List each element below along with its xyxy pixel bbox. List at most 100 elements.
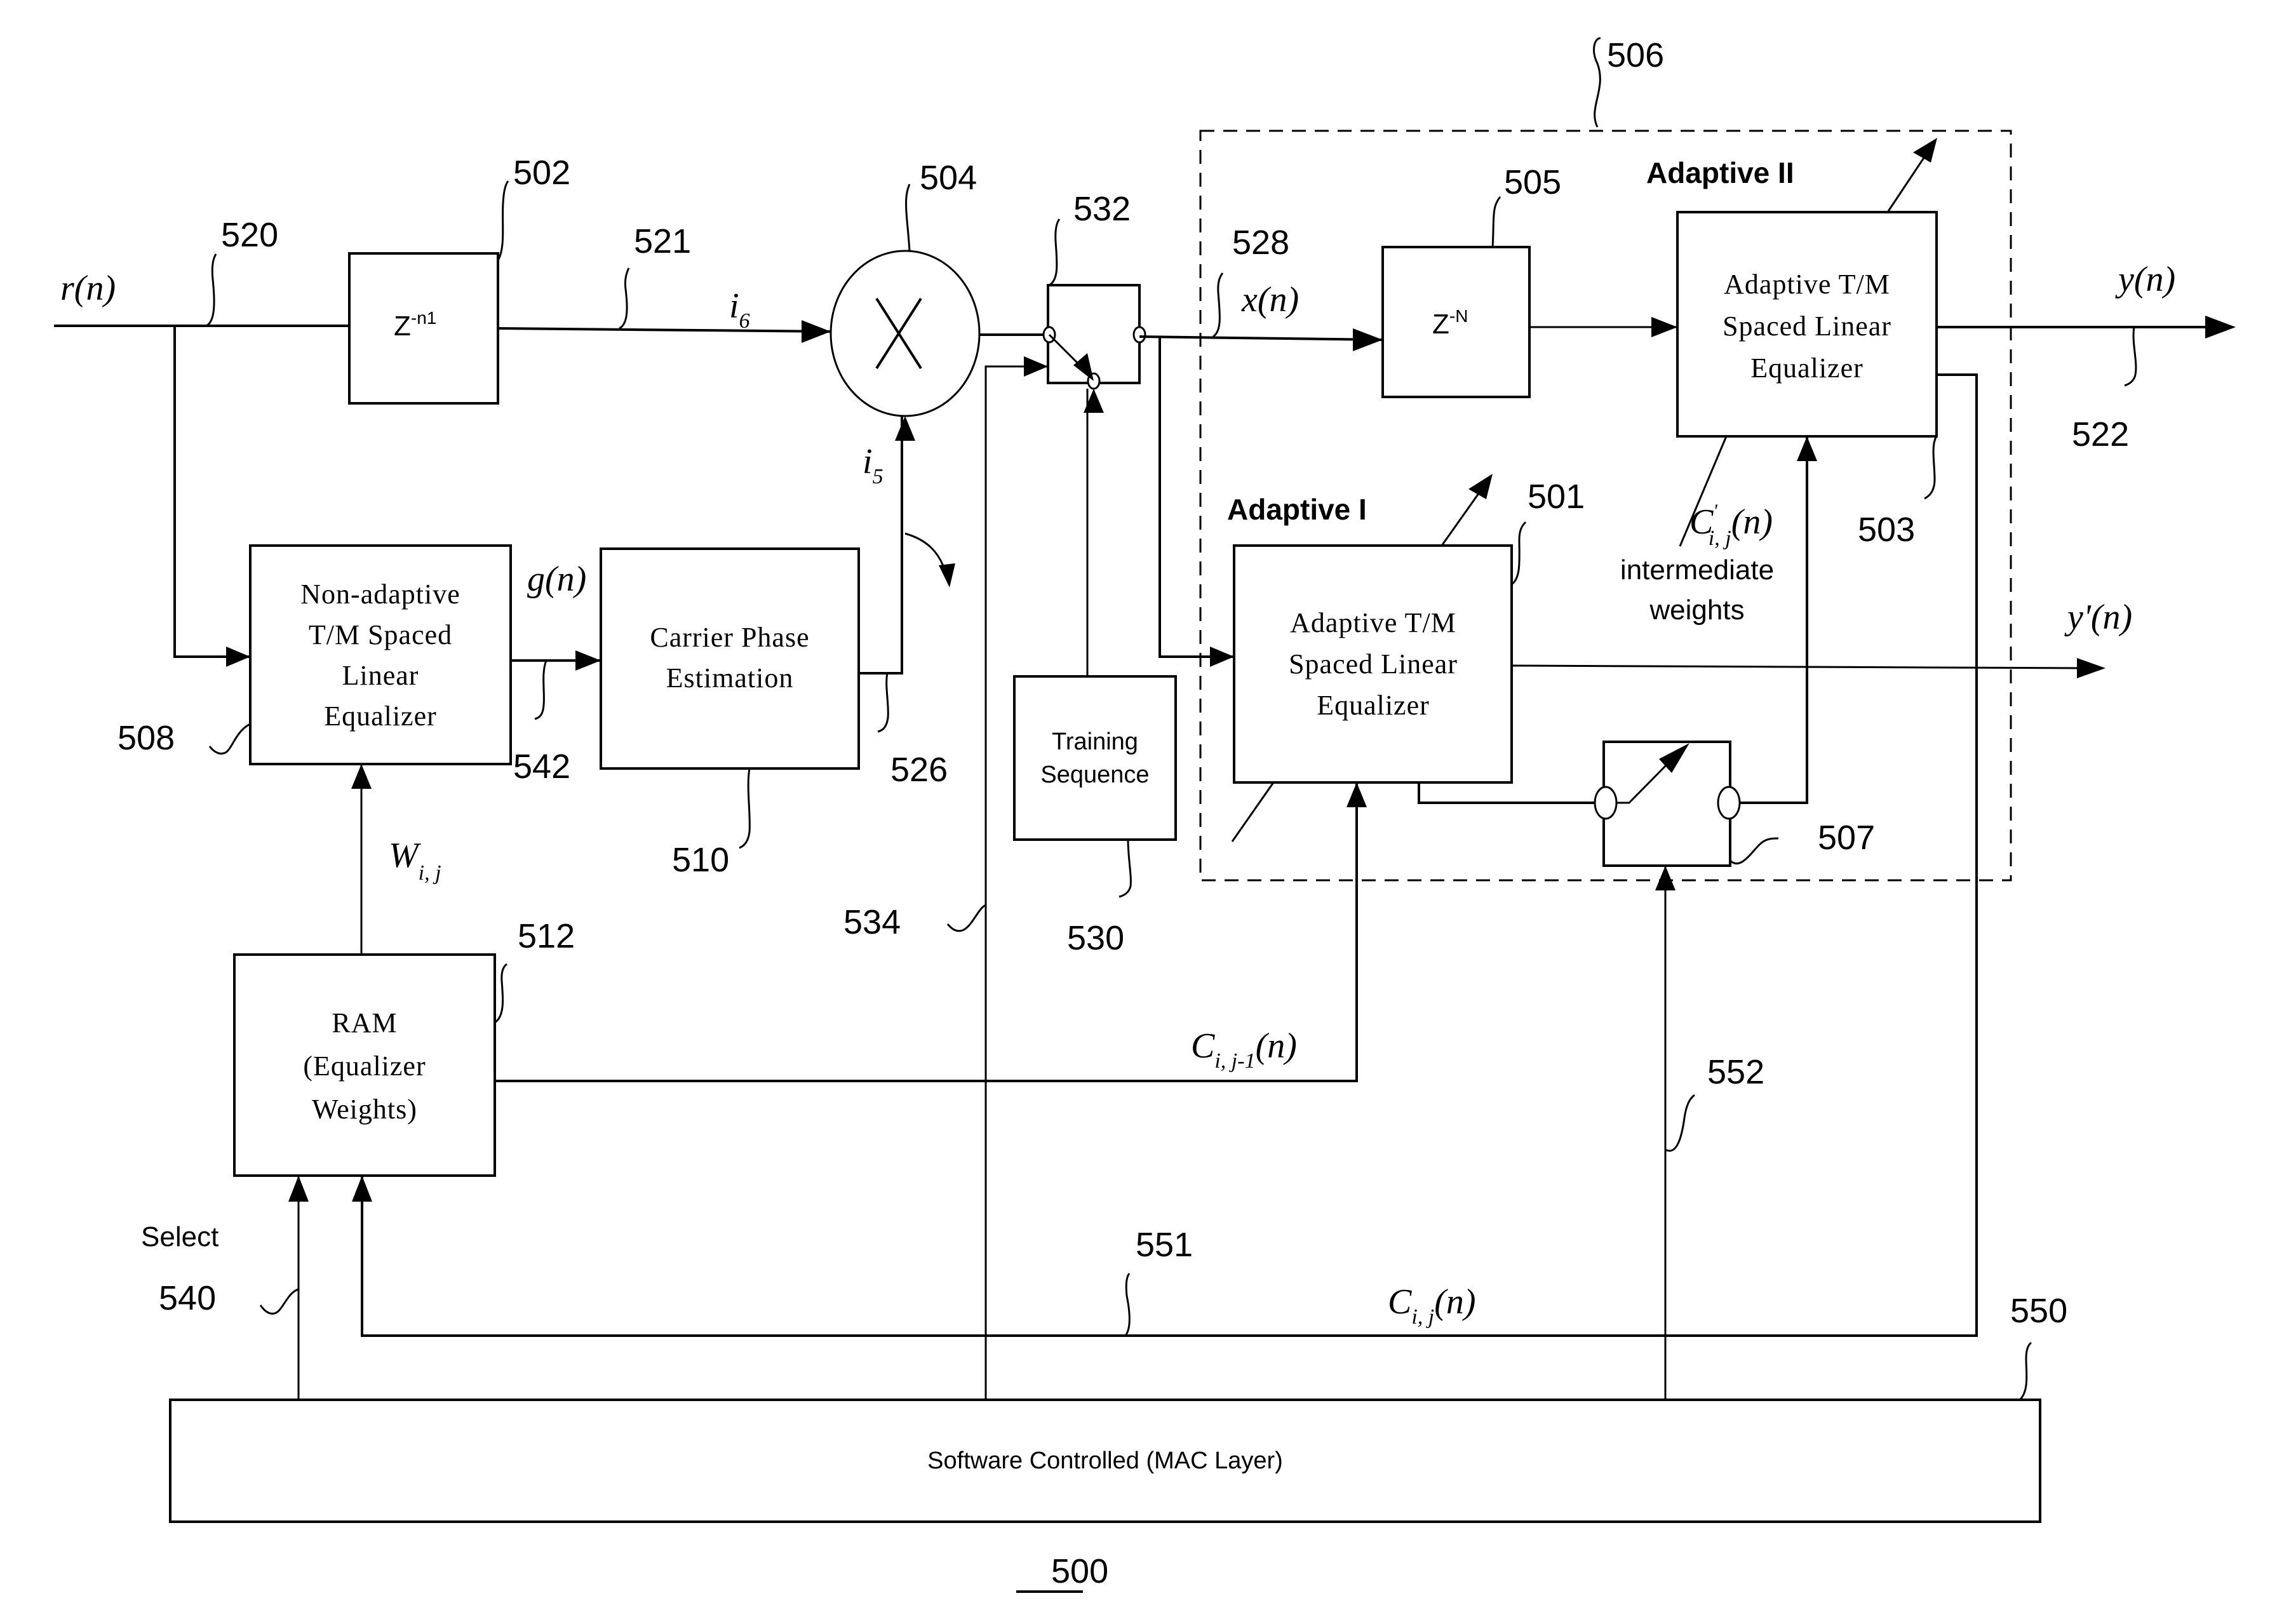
carrier-phase-estimation-510 bbox=[600, 547, 860, 770]
leader-532 bbox=[1049, 218, 1061, 286]
ram-line-2: (Equalizer bbox=[303, 1050, 426, 1082]
nonadaptive-line-4: Equalizer bbox=[324, 701, 437, 732]
signal-r-label: r(n) bbox=[60, 269, 116, 308]
ref-512: 512 bbox=[518, 917, 575, 955]
ref-502: 502 bbox=[513, 154, 570, 192]
carrier-line-1: Carrier Phase bbox=[650, 622, 809, 653]
switch-507-node-out bbox=[1717, 786, 1741, 820]
arrow-into-501-bottom bbox=[1347, 782, 1367, 807]
leader-503 bbox=[1924, 436, 1938, 500]
carrier-line-2: Estimation bbox=[666, 662, 794, 694]
signal-c-prev-label: Ci, j-1(n) bbox=[1191, 1026, 1297, 1073]
signal-i6-label: i6 bbox=[729, 286, 750, 333]
wire-i6 bbox=[497, 327, 831, 333]
leader-520 bbox=[206, 253, 217, 327]
arrow-y-out bbox=[2205, 316, 2236, 339]
ref-552: 552 bbox=[1707, 1053, 1764, 1091]
training-line-2: Sequence bbox=[1040, 762, 1149, 788]
arrow-into-510 bbox=[575, 650, 601, 671]
ref-503: 503 bbox=[1858, 511, 1915, 549]
signal-c-final-label: Ci, j(n) bbox=[1388, 1282, 1476, 1329]
adaptive2-adjust-arrow bbox=[1913, 138, 1937, 163]
nonadaptive-line-3: Linear bbox=[342, 660, 419, 691]
ram-line-3: Weights) bbox=[312, 1094, 417, 1125]
wire-x-branch bbox=[1159, 337, 1234, 658]
leader-528 bbox=[1212, 272, 1224, 338]
nonadaptive-line-1: Non-adaptive bbox=[300, 579, 460, 610]
ref-506: 506 bbox=[1607, 36, 1664, 74]
signal-y-prime-label: y'(n) bbox=[2064, 598, 2132, 637]
leader-507 bbox=[1729, 837, 1779, 865]
leader-542 bbox=[534, 660, 547, 720]
signal-g-label: g(n) bbox=[527, 560, 586, 599]
ram-line-1: RAM bbox=[332, 1007, 397, 1038]
ref-542: 542 bbox=[513, 748, 570, 786]
adaptive1-line-2: Spaced Linear bbox=[1289, 648, 1458, 680]
wire-c-intermediate bbox=[1740, 436, 1808, 804]
arrow-into-508 bbox=[226, 647, 250, 667]
wire-x bbox=[1139, 335, 1383, 341]
arrow-into-504 bbox=[802, 320, 831, 343]
adaptive1-line-3: Equalizer bbox=[1317, 690, 1430, 721]
ref-534: 534 bbox=[843, 903, 901, 941]
input-switch-532 bbox=[1047, 284, 1141, 384]
switch-507-node-in bbox=[1594, 786, 1618, 820]
ref-540: 540 bbox=[159, 1279, 216, 1317]
training-sequence-530 bbox=[1013, 675, 1177, 841]
leader-505 bbox=[1491, 196, 1501, 248]
leader-522 bbox=[2124, 326, 2137, 387]
leader-526 bbox=[877, 673, 889, 733]
arrow-into-512-right bbox=[352, 1176, 372, 1202]
arrow-into-504-bottom bbox=[895, 416, 915, 441]
leader-552 bbox=[1665, 1094, 1695, 1152]
leader-502 bbox=[497, 180, 509, 261]
intermediate-caption-1: intermediate bbox=[1620, 554, 1774, 586]
wire-c-prev bbox=[495, 782, 1358, 1082]
ref-530: 530 bbox=[1067, 919, 1124, 957]
ref-501: 501 bbox=[1528, 478, 1585, 516]
wire-501-to-507 bbox=[1418, 782, 1597, 804]
intermediate-caption-2: weights bbox=[1649, 594, 1744, 626]
leader-512 bbox=[494, 963, 507, 1024]
arrow-into-501 bbox=[1210, 647, 1234, 667]
signal-x-label: x(n) bbox=[1241, 280, 1299, 319]
adaptive1-title: Adaptive I bbox=[1227, 493, 1367, 526]
leader-506 bbox=[1593, 37, 1601, 128]
leader-504 bbox=[905, 184, 911, 252]
wire-534 bbox=[984, 365, 1048, 1400]
ref-520: 520 bbox=[221, 216, 278, 254]
ref-551: 551 bbox=[1136, 1226, 1193, 1264]
ref-507: 507 bbox=[1818, 819, 1875, 857]
signal-w-label: Wi, j bbox=[389, 836, 441, 885]
leader-508 bbox=[208, 723, 251, 755]
figure-number: 500 bbox=[1051, 1552, 1108, 1590]
ref-550: 550 bbox=[2010, 1292, 2067, 1330]
arrow-into-508-bottom bbox=[351, 764, 372, 789]
arrow-into-512-left bbox=[288, 1176, 309, 1202]
leader-551 bbox=[1124, 1273, 1131, 1336]
leader-501 bbox=[1511, 521, 1527, 586]
wire-r-branch bbox=[173, 326, 250, 658]
nonadaptive-line-2: T/M Spaced bbox=[309, 619, 452, 650]
adaptive2-adjust-line bbox=[1886, 151, 1930, 213]
ref-532: 532 bbox=[1073, 190, 1131, 228]
leader-534 bbox=[946, 904, 986, 932]
delay-block-502 bbox=[348, 252, 499, 405]
adaptive2-title: Adaptive II bbox=[1646, 156, 1794, 189]
leader-521 bbox=[619, 267, 630, 330]
ref-522: 522 bbox=[2072, 415, 2129, 453]
signal-y-label: y(n) bbox=[2115, 260, 2175, 299]
signal-i5-label: i5 bbox=[863, 442, 883, 488]
arrow-into-503 bbox=[1651, 317, 1677, 337]
adaptive2-line-1: Adaptive T/M bbox=[1724, 269, 1890, 300]
leader-540 bbox=[259, 1288, 299, 1315]
adaptive1-adjust-arrow bbox=[1468, 474, 1493, 499]
ref-508: 508 bbox=[118, 719, 175, 757]
ref-526: 526 bbox=[890, 751, 948, 789]
select-label: Select bbox=[141, 1221, 218, 1252]
ref-528: 528 bbox=[1232, 224, 1289, 262]
block-diagram: 506 r(n) 520 Z-n1 502 i6 521 504 532 534… bbox=[54, 36, 2236, 1593]
leader-550 bbox=[2018, 1341, 2032, 1401]
leader-510 bbox=[739, 768, 751, 849]
leader-530 bbox=[1118, 839, 1132, 898]
